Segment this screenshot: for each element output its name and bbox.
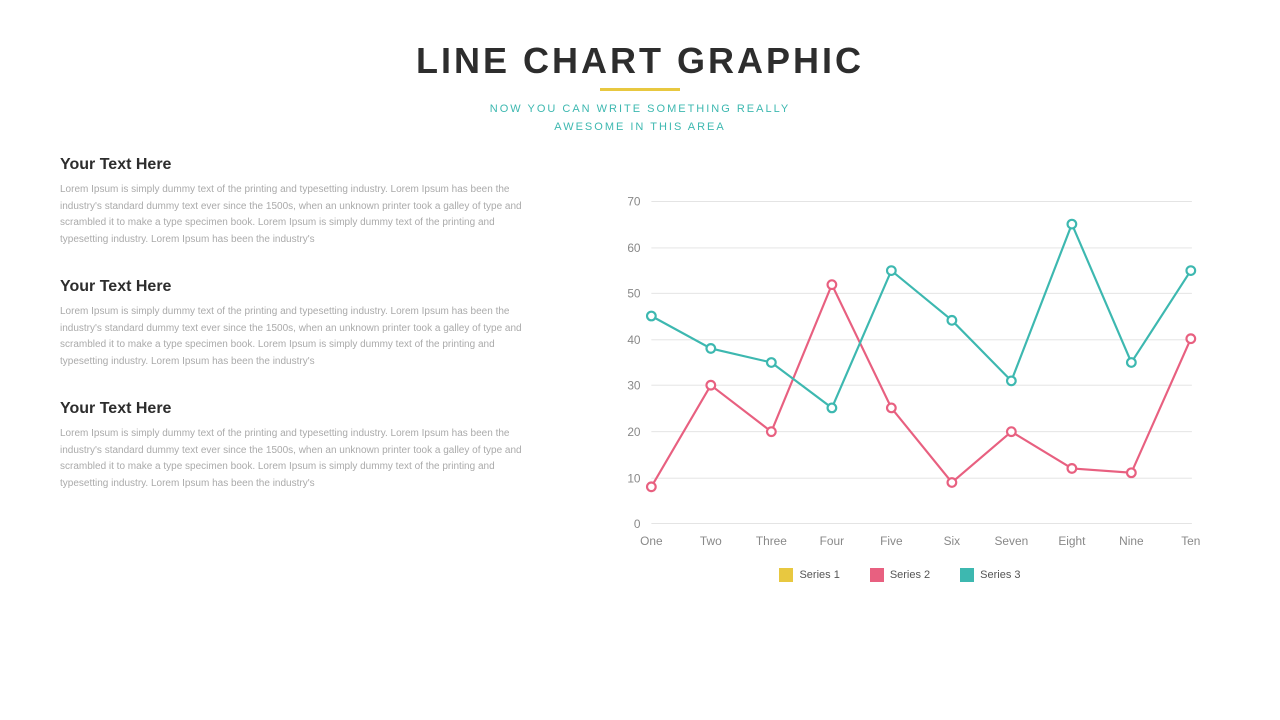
svg-text:Three: Three [756, 534, 787, 548]
svg-text:Six: Six [944, 534, 961, 548]
page-title: LINE CHART GRAPHIC [60, 40, 1220, 82]
svg-text:40: 40 [627, 333, 641, 347]
svg-text:30: 30 [627, 379, 641, 393]
svg-text:Seven: Seven [995, 534, 1029, 548]
svg-text:60: 60 [627, 241, 641, 255]
content-area: Your Text Here Lorem Ipsum is simply dum… [60, 156, 1220, 582]
legend-label-series2: Series 2 [890, 569, 930, 581]
svg-text:Eight: Eight [1058, 534, 1086, 548]
svg-text:10: 10 [627, 472, 641, 486]
subtitle-line1: NOW YOU CAN WRITE SOMETHING REALLY [490, 103, 790, 115]
svg-text:70: 70 [627, 195, 641, 209]
text-block-2: Your Text Here Lorem Ipsum is simply dum… [60, 278, 540, 370]
text-block-3: Your Text Here Lorem Ipsum is simply dum… [60, 400, 540, 492]
header: LINE CHART GRAPHIC NOW YOU CAN WRITE SOM… [60, 40, 1220, 136]
svg-text:Two: Two [700, 534, 722, 548]
legend-item-series3: Series 3 [960, 568, 1020, 582]
legend-label-series1: Series 1 [799, 569, 839, 581]
svg-text:Five: Five [880, 534, 903, 548]
chart-container: 0 10 20 30 40 50 60 70 One Two Three Fou… [580, 156, 1220, 556]
svg-text:Ten: Ten [1181, 534, 1200, 548]
svg-text:20: 20 [627, 425, 641, 439]
text-block-2-body: Lorem Ipsum is simply dummy text of the … [60, 304, 540, 370]
legend-item-series2: Series 2 [870, 568, 930, 582]
chart-svg: 0 10 20 30 40 50 60 70 One Two Three Fou… [580, 156, 1220, 556]
title-underline [600, 88, 680, 91]
svg-text:0: 0 [634, 517, 641, 531]
page: LINE CHART GRAPHIC NOW YOU CAN WRITE SOM… [0, 0, 1280, 720]
subtitle-line2: AWESOME IN THIS AREA [554, 121, 725, 133]
right-panel: 0 10 20 30 40 50 60 70 One Two Three Fou… [580, 156, 1220, 582]
text-block-2-heading: Your Text Here [60, 278, 540, 296]
chart-legend: Series 1 Series 2 Series 3 [580, 568, 1220, 582]
subtitle: NOW YOU CAN WRITE SOMETHING REALLY AWESO… [60, 101, 1220, 136]
legend-color-series2 [870, 568, 884, 582]
text-block-1-body: Lorem Ipsum is simply dummy text of the … [60, 182, 540, 248]
text-block-1: Your Text Here Lorem Ipsum is simply dum… [60, 156, 540, 248]
legend-item-series1: Series 1 [779, 568, 839, 582]
svg-text:50: 50 [627, 287, 641, 301]
svg-text:One: One [640, 534, 663, 548]
legend-label-series3: Series 3 [980, 569, 1020, 581]
legend-color-series1 [779, 568, 793, 582]
legend-color-series3 [960, 568, 974, 582]
text-block-1-heading: Your Text Here [60, 156, 540, 174]
svg-text:Nine: Nine [1119, 534, 1144, 548]
svg-text:Four: Four [820, 534, 844, 548]
text-block-3-body: Lorem Ipsum is simply dummy text of the … [60, 426, 540, 492]
text-block-3-heading: Your Text Here [60, 400, 540, 418]
left-panel: Your Text Here Lorem Ipsum is simply dum… [60, 156, 540, 582]
